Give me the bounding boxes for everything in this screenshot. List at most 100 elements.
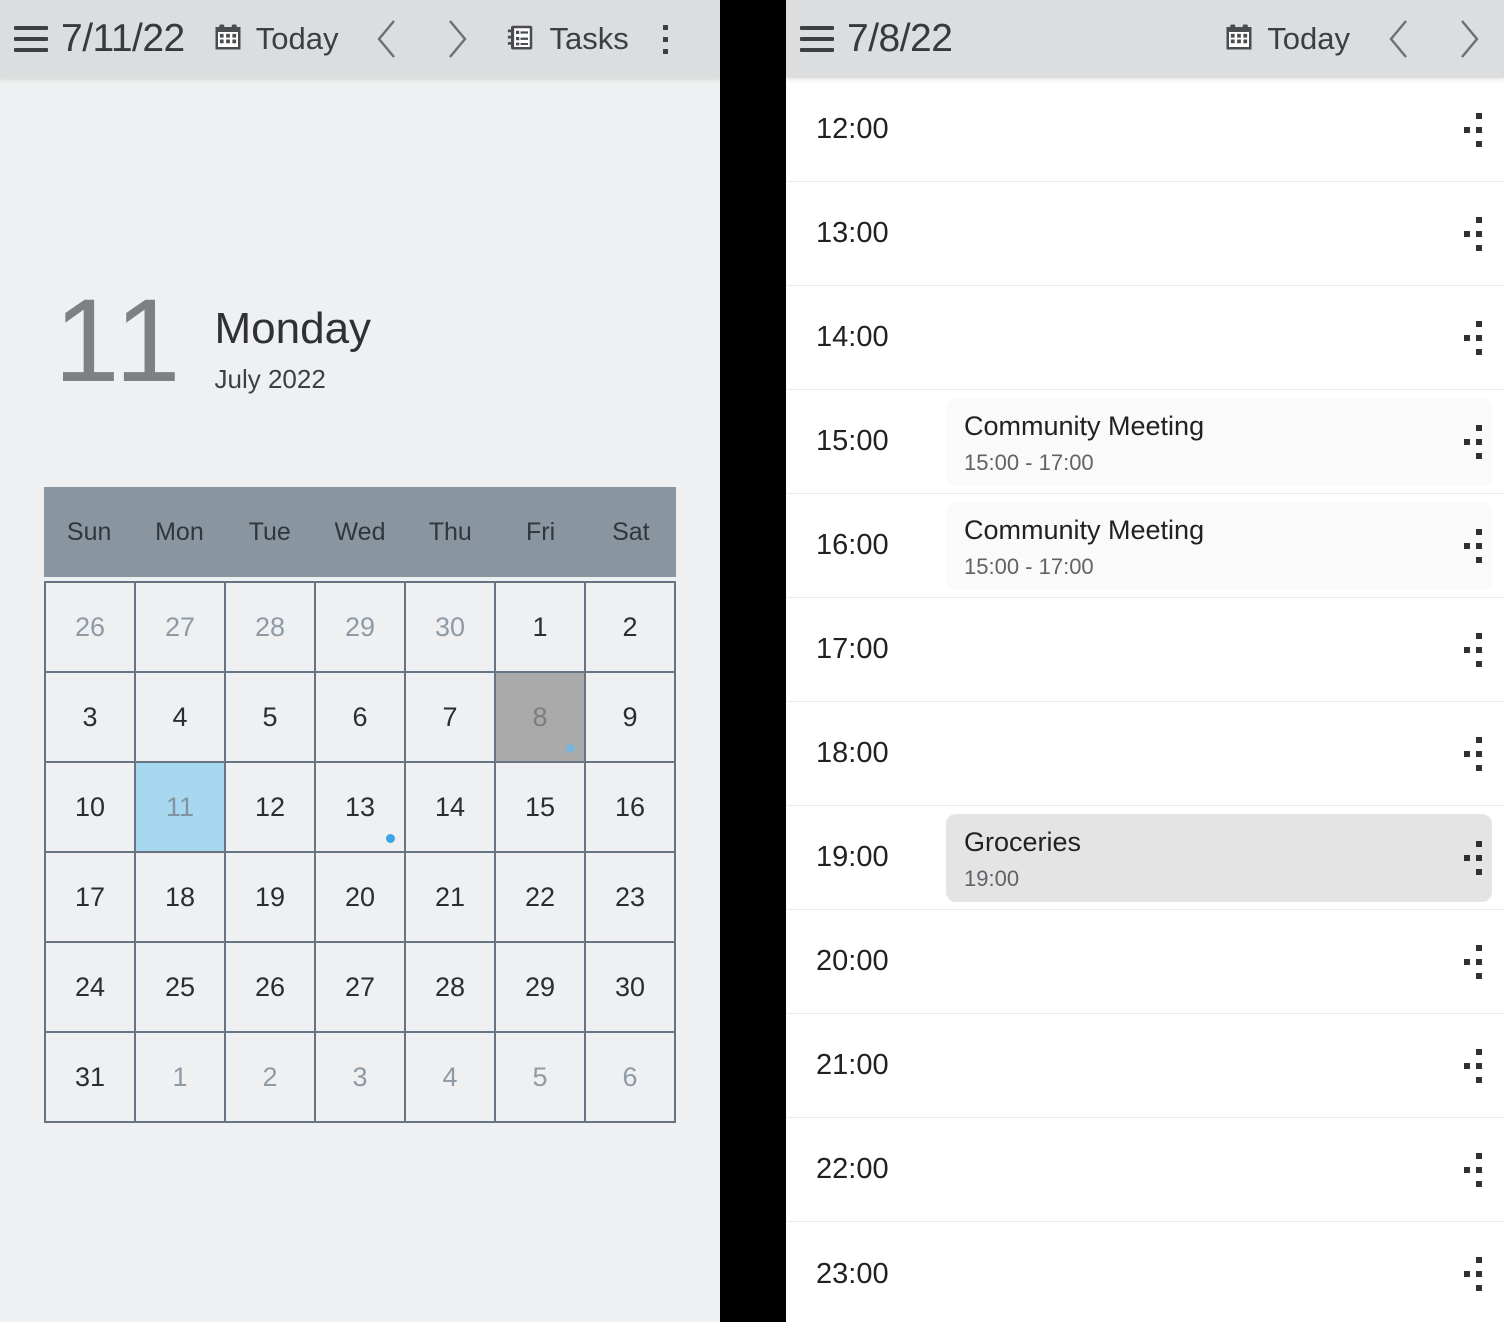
calendar-day-cell[interactable]: 30 — [406, 583, 496, 674]
agenda-hour-row[interactable]: 22:00 — [786, 1118, 1504, 1222]
drag-handle-icon[interactable] — [1464, 320, 1482, 355]
agenda-hour-row[interactable]: 21:00 — [786, 1014, 1504, 1118]
left-panel-body: 11 Monday July 2022 Sun Mon Tue Wed Thu Fri Sa… — [0, 282, 720, 1124]
calendar-day-cell[interactable]: 15 — [496, 763, 586, 854]
agenda-hour-row[interactable]: 17:00 — [786, 598, 1504, 702]
calendar-day-cell[interactable]: 10 — [46, 763, 136, 854]
calendar-day-cell[interactable]: 29 — [316, 583, 406, 674]
calendar-day-number: 22 — [524, 881, 556, 912]
calendar-day-cell[interactable]: 23 — [586, 853, 676, 944]
today-button-right[interactable]: Today — [1210, 0, 1364, 78]
calendar-day-cell[interactable]: 1 — [136, 1033, 226, 1124]
agenda-hour-row[interactable]: 16:00 Community Meeting 15:00 - 17:00 — [786, 494, 1504, 598]
calendar-day-cell[interactable]: 7 — [406, 673, 496, 764]
calendar-day-cell[interactable]: 13 — [316, 763, 406, 854]
hour-event-area: Community Meeting 15:00 - 17:00 — [936, 494, 1504, 598]
drag-handle-icon[interactable] — [1464, 528, 1482, 563]
calendar-day-cell[interactable]: 6 — [586, 1033, 676, 1124]
drag-handle-icon[interactable] — [1464, 944, 1482, 979]
left-calendar-panel: 7/11/22 Today Tasks 11 Monday July 2022 … — [0, 0, 720, 1322]
calendar-event[interactable]: Groceries 19:00 — [946, 813, 1492, 902]
calendar-day-cell[interactable]: 20 — [316, 853, 406, 944]
hour-event-area — [936, 1118, 1504, 1222]
calendar-day-cell[interactable]: 8 — [496, 673, 586, 764]
previous-day-button-right[interactable] — [1364, 0, 1434, 78]
agenda-hour-row[interactable]: 23:00 — [786, 1222, 1504, 1322]
calendar-day-cell[interactable]: 22 — [496, 853, 586, 944]
calendar-day-number: 10 — [74, 791, 106, 822]
calendar-day-cell[interactable]: 4 — [406, 1033, 496, 1124]
calendar-day-cell[interactable]: 2 — [226, 1033, 316, 1124]
drag-handle-icon[interactable] — [1464, 216, 1482, 251]
menu-button-right[interactable]: 7/8/22 — [786, 0, 966, 78]
calendar-day-cell[interactable]: 11 — [136, 763, 226, 854]
calendar-day-cell[interactable]: 19 — [226, 853, 316, 944]
agenda-hour-row[interactable]: 13:00 — [786, 182, 1504, 286]
drag-handle-icon[interactable] — [1464, 840, 1482, 875]
calendar-day-cell[interactable]: 21 — [406, 853, 496, 944]
calendar-day-cell[interactable]: 6 — [316, 673, 406, 764]
hour-event-area — [936, 598, 1504, 702]
calendar-day-number: 26 — [254, 971, 286, 1002]
hour-label: 19:00 — [816, 841, 889, 873]
drag-handle-icon[interactable] — [1464, 112, 1482, 147]
calendar-day-cell[interactable]: 5 — [226, 673, 316, 764]
calendar-event[interactable]: Community Meeting 15:00 - 17:00 — [946, 501, 1492, 590]
calendar-day-cell[interactable]: 25 — [136, 943, 226, 1034]
calendar-day-cell[interactable]: 26 — [226, 943, 316, 1034]
drag-handle-icon[interactable] — [1464, 1048, 1482, 1083]
agenda-hour-row[interactable]: 15:00 Community Meeting 15:00 - 17:00 — [786, 390, 1504, 494]
calendar-day-cell[interactable]: 4 — [136, 673, 226, 764]
drag-handle-icon[interactable] — [1464, 1152, 1482, 1187]
kebab-menu-icon — [663, 24, 669, 30]
next-day-button-right[interactable] — [1434, 0, 1504, 78]
tasks-notebook-icon — [506, 22, 536, 57]
calendar-day-cell[interactable]: 27 — [136, 583, 226, 674]
calendar-day-cell[interactable]: 26 — [46, 583, 136, 674]
drag-handle-icon[interactable] — [1464, 1257, 1482, 1291]
drag-handle-icon[interactable] — [1464, 424, 1482, 459]
calendar-weekday-wed: Wed — [334, 517, 386, 546]
calendar-day-cell[interactable]: 14 — [406, 763, 496, 854]
calendar-day-cell[interactable]: 1 — [496, 583, 586, 674]
tasks-button[interactable]: Tasks — [492, 0, 642, 78]
calendar-day-cell[interactable]: 24 — [46, 943, 136, 1034]
calendar-weekday-mon: Mon — [155, 517, 204, 546]
hour-event-area — [936, 182, 1504, 286]
calendar-day-cell[interactable]: 3 — [46, 673, 136, 764]
calendar-day-cell[interactable]: 29 — [496, 943, 586, 1034]
drag-handle-icon[interactable] — [1464, 736, 1482, 771]
agenda-hour-row[interactable]: 19:00 Groceries 19:00 — [786, 806, 1504, 910]
calendar-icon — [213, 22, 243, 57]
calendar-event[interactable]: Community Meeting 15:00 - 17:00 — [946, 397, 1492, 486]
today-button[interactable]: Today — [199, 0, 353, 78]
calendar-day-cell[interactable]: 12 — [226, 763, 316, 854]
chevron-right-icon — [1456, 18, 1482, 60]
calendar-day-cell[interactable]: 5 — [496, 1033, 586, 1124]
menu-button[interactable]: 7/11/22 — [0, 0, 199, 78]
hour-label: 21:00 — [816, 1049, 889, 1081]
calendar-day-cell[interactable]: 18 — [136, 853, 226, 944]
calendar-day-cell[interactable]: 3 — [316, 1033, 406, 1124]
calendar-day-cell[interactable]: 17 — [46, 853, 136, 944]
agenda-hour-row[interactable]: 20:00 — [786, 910, 1504, 1014]
agenda-hour-row[interactable]: 18:00 — [786, 702, 1504, 806]
hour-label: 17:00 — [816, 633, 889, 665]
next-day-button[interactable] — [422, 0, 492, 78]
overflow-menu-button[interactable] — [643, 0, 689, 78]
hour-label: 12:00 — [816, 113, 889, 145]
calendar-day-cell[interactable]: 31 — [46, 1033, 136, 1124]
previous-day-button[interactable] — [352, 0, 422, 78]
agenda-hour-row[interactable]: 14:00 — [786, 286, 1504, 390]
calendar-day-cell[interactable]: 30 — [586, 943, 676, 1034]
calendar-day-cell[interactable]: 9 — [586, 673, 676, 764]
calendar-day-cell[interactable]: 2 — [586, 583, 676, 674]
right-toolbar: 7/8/22 Today — [786, 0, 1504, 78]
calendar-day-cell[interactable]: 27 — [316, 943, 406, 1034]
calendar-day-cell[interactable]: 28 — [406, 943, 496, 1034]
calendar-app-window: 7/11/22 Today Tasks 11 Monday July 2022 … — [0, 0, 1504, 1322]
calendar-day-cell[interactable]: 28 — [226, 583, 316, 674]
drag-handle-icon[interactable] — [1464, 632, 1482, 667]
agenda-hour-row[interactable]: 12:00 — [786, 78, 1504, 182]
calendar-day-cell[interactable]: 16 — [586, 763, 676, 854]
